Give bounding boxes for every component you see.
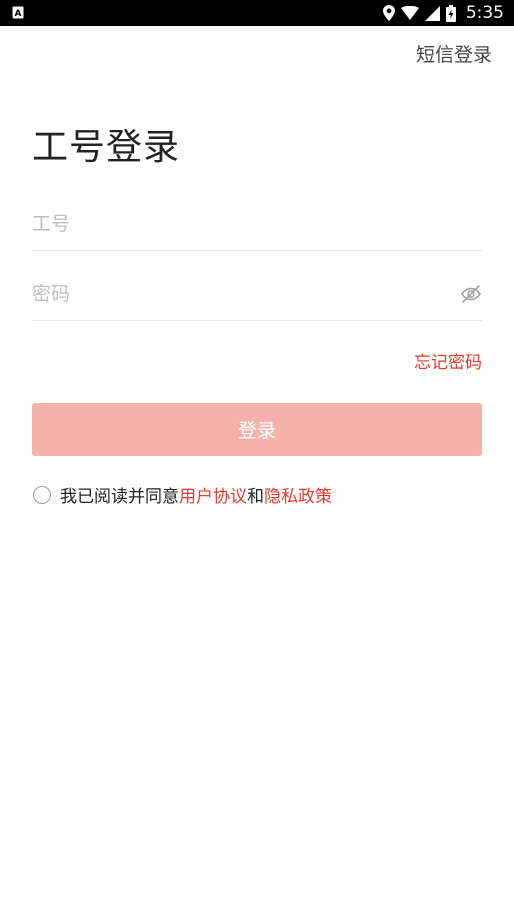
- privacy-policy-link[interactable]: 隐私政策: [264, 482, 332, 507]
- forgot-password-link[interactable]: 忘记密码: [414, 348, 482, 373]
- status-icons: 5:35: [382, 0, 504, 26]
- login-page: 短信登录 工号登录 忘记密码 登录 我已阅读并同意 用户协议 和 隐私政策: [0, 26, 514, 912]
- status-bar: A 5:35: [0, 0, 514, 26]
- location-icon: [382, 5, 395, 21]
- eye-hidden-icon[interactable]: [460, 283, 482, 305]
- agreement-prefix: 我已阅读并同意: [60, 487, 179, 507]
- user-agreement-link[interactable]: 用户协议: [179, 482, 247, 507]
- battery-charging-icon: [445, 4, 456, 22]
- password-input[interactable]: [32, 276, 432, 312]
- notification-a-icon: A: [12, 6, 24, 19]
- signal-icon: [424, 5, 440, 21]
- employee-id-field: [32, 198, 482, 251]
- agreement-checkbox[interactable]: [33, 485, 51, 504]
- password-field: [32, 268, 482, 321]
- wifi-icon: [400, 6, 419, 20]
- agreement-row: 我已阅读并同意 用户协议 和 隐私政策: [33, 482, 332, 507]
- clock: 5:35: [465, 3, 504, 23]
- employee-id-input[interactable]: [32, 206, 432, 242]
- login-button[interactable]: 登录: [32, 403, 482, 456]
- agreement-and: 和: [247, 487, 264, 507]
- sms-login-link[interactable]: 短信登录: [416, 40, 492, 67]
- svg-text:A: A: [15, 9, 22, 19]
- page-title: 工号登录: [32, 127, 181, 168]
